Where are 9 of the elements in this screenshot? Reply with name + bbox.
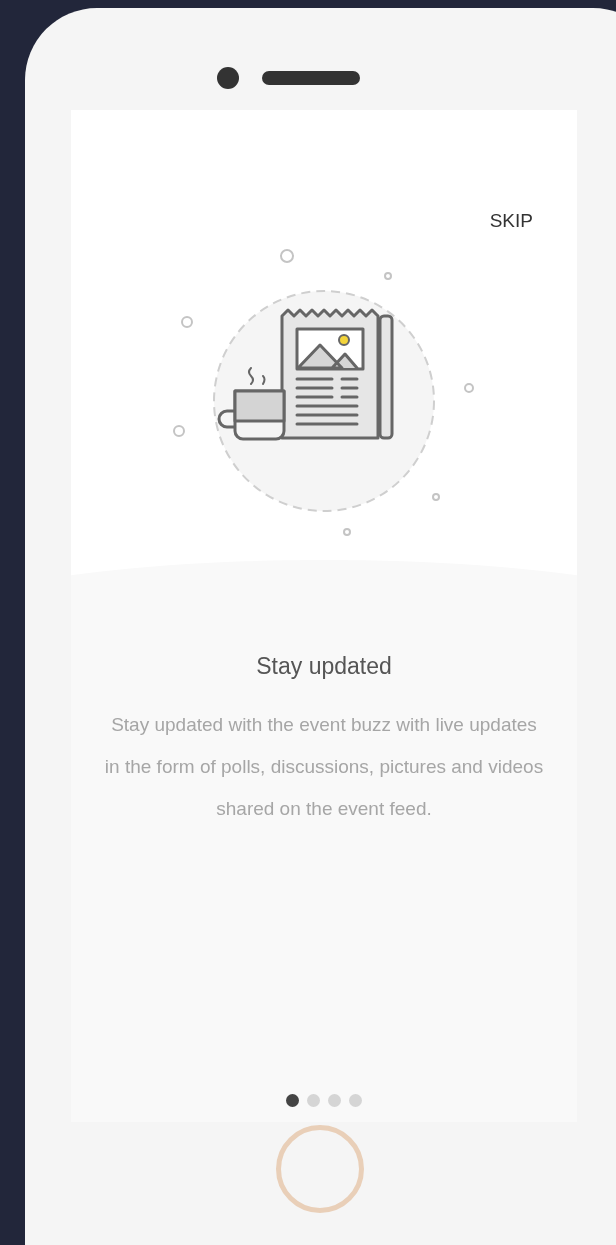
skip-button[interactable]: SKIP (489, 206, 533, 236)
page-indicator-dot[interactable] (307, 1094, 320, 1107)
home-button[interactable] (276, 1125, 364, 1213)
camera-dot (217, 67, 239, 89)
page-indicator-dot[interactable] (286, 1094, 299, 1107)
slide-title: Stay updated (256, 653, 392, 680)
slide-description: Stay updated with the event buzz with live updates in the form of polls, discussions, pictures and videos shared on the event feed. (104, 713, 544, 821)
page-indicator-dot[interactable] (328, 1094, 341, 1107)
page-indicator-dot[interactable] (349, 1094, 362, 1107)
